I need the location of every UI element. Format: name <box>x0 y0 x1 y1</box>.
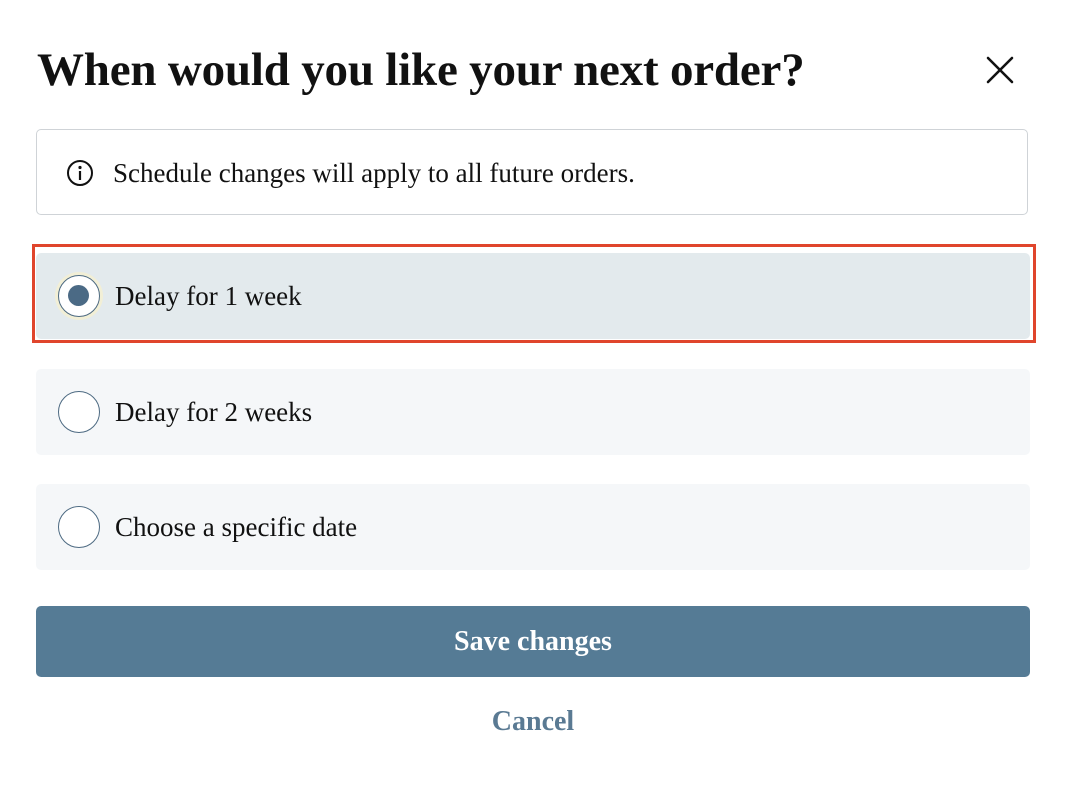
option-specific-date[interactable]: Choose a specific date <box>36 484 1030 570</box>
radio-button[interactable] <box>58 391 100 433</box>
option-label: Delay for 2 weeks <box>115 397 313 427</box>
option-label: Choose a specific date <box>115 512 358 542</box>
option-label: Delay for 1 week <box>115 281 302 311</box>
info-icon <box>67 160 93 186</box>
dialog-title: When would you like your next order? <box>37 44 805 96</box>
close-button[interactable] <box>978 48 1022 92</box>
radio-button[interactable] <box>58 275 100 317</box>
option-delay-1-week[interactable]: Delay for 1 week <box>36 253 1030 339</box>
radio-button[interactable] <box>58 506 100 548</box>
close-icon <box>986 56 1014 84</box>
cancel-link[interactable]: Cancel <box>433 702 633 742</box>
info-text: Schedule changes will apply to all futur… <box>113 158 635 188</box>
radio-selected-dot <box>68 285 89 306</box>
info-notice: Schedule changes will apply to all futur… <box>36 129 1028 215</box>
order-schedule-dialog: When would you like your next order? Sch… <box>0 0 1066 792</box>
option-delay-2-weeks[interactable]: Delay for 2 weeks <box>36 369 1030 455</box>
save-changes-button[interactable]: Save changes <box>36 606 1030 677</box>
